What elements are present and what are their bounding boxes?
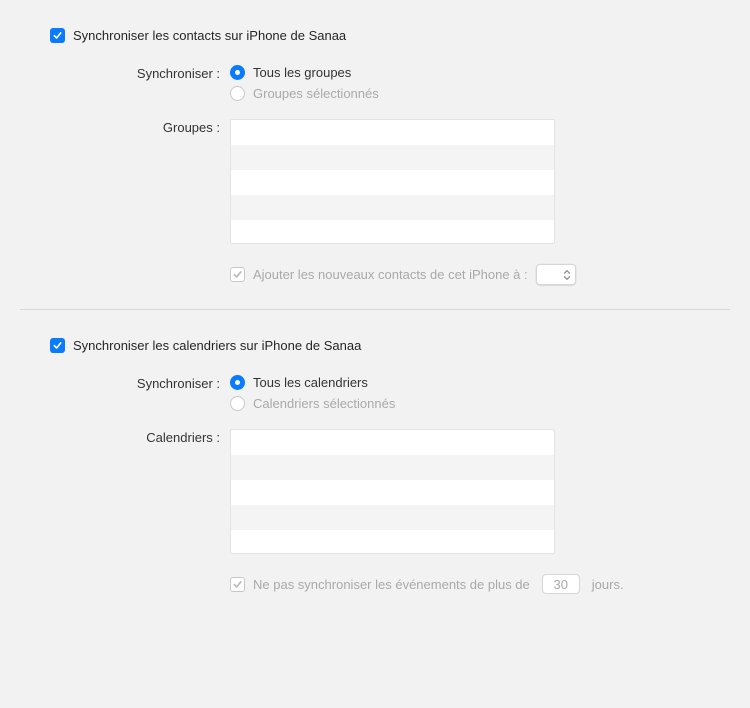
- sync-contacts-checkbox[interactable]: [50, 28, 65, 43]
- contacts-radio-all-label: Tous les groupes: [253, 65, 351, 80]
- sync-calendars-checkbox[interactable]: [50, 338, 65, 353]
- sync-settings-panel: Synchroniser les contacts sur iPhone de …: [0, 0, 750, 628]
- add-new-contacts-checkbox: [230, 267, 245, 282]
- add-new-contacts-label: Ajouter les nouveaux contacts de cet iPh…: [253, 267, 528, 282]
- sync-calendars-title: Synchroniser les calendriers sur iPhone …: [73, 338, 361, 353]
- contacts-radio-all-groups[interactable]: [230, 65, 245, 80]
- add-new-contacts-popup[interactable]: [536, 264, 576, 285]
- calendars-radio-selected[interactable]: [230, 396, 245, 411]
- contacts-groups-label: Groupes :: [20, 119, 230, 135]
- calendars-list-label: Calendriers :: [20, 429, 230, 445]
- contacts-section: Synchroniser les contacts sur iPhone de …: [20, 28, 730, 309]
- section-divider: [20, 309, 730, 310]
- no-sync-days-field[interactable]: 30: [542, 574, 580, 594]
- calendars-radio-all[interactable]: [230, 375, 245, 390]
- no-sync-old-events-label-pre: Ne pas synchroniser les événements de pl…: [253, 577, 530, 592]
- contacts-radio-selected-label: Groupes sélectionnés: [253, 86, 379, 101]
- contacts-groups-list[interactable]: [230, 119, 555, 244]
- chevron-up-down-icon: [563, 269, 571, 281]
- contacts-sync-label: Synchroniser :: [20, 65, 230, 81]
- calendars-section: Synchroniser les calendriers sur iPhone …: [20, 338, 730, 618]
- calendars-sync-label: Synchroniser :: [20, 375, 230, 391]
- contacts-radio-selected-groups[interactable]: [230, 86, 245, 101]
- no-sync-old-events-checkbox: [230, 577, 245, 592]
- calendars-radio-all-label: Tous les calendriers: [253, 375, 368, 390]
- sync-contacts-title: Synchroniser les contacts sur iPhone de …: [73, 28, 346, 43]
- calendars-list[interactable]: [230, 429, 555, 554]
- no-sync-old-events-label-post: jours.: [592, 577, 624, 592]
- calendars-radio-selected-label: Calendriers sélectionnés: [253, 396, 395, 411]
